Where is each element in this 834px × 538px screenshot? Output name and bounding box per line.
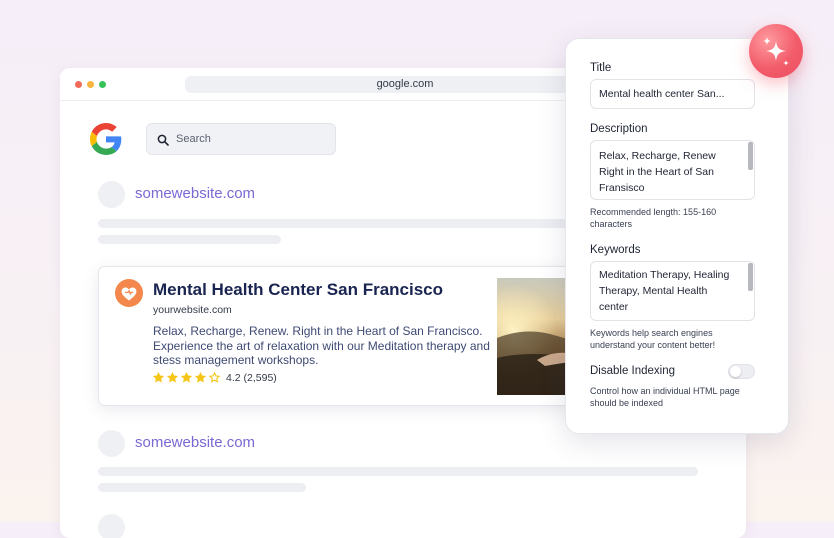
search-icon xyxy=(157,134,169,146)
keywords-line: Therapy, Mental Health xyxy=(599,285,708,297)
result-avatar xyxy=(98,514,125,538)
title-input-value: Mental health center San... xyxy=(599,88,725,100)
keywords-line: center xyxy=(599,301,629,313)
title-label: Title xyxy=(590,62,612,74)
featured-result-url: yourwebsite.com xyxy=(153,304,232,316)
search-box[interactable]: Search xyxy=(146,123,336,155)
description-line: Relax, Recharge, Renew xyxy=(599,150,716,162)
keywords-line: Meditation Therapy, Healing xyxy=(599,269,730,281)
keywords-help-text: Keywords help search engines understand … xyxy=(590,328,716,350)
featured-result-title[interactable]: Mental Health Center San Francisco xyxy=(153,280,443,300)
google-logo-icon xyxy=(90,123,122,155)
maximize-window-icon[interactable] xyxy=(99,81,106,88)
star-rating: 4.2 (2,595) xyxy=(152,371,277,384)
keywords-scrollbar[interactable] xyxy=(748,263,753,291)
keywords-textarea[interactable]: Meditation Therapy, Healing Therapy, Men… xyxy=(590,261,755,321)
featured-result-description: Relax, Recharge, Renew. Right in the Hea… xyxy=(153,324,490,367)
seo-settings-panel: Title Mental health center San... Descri… xyxy=(565,38,789,434)
result-avatar xyxy=(98,181,125,208)
close-window-icon[interactable] xyxy=(75,81,82,88)
star-filled-icon xyxy=(152,371,165,383)
ai-sparkle-button[interactable] xyxy=(749,24,803,78)
skeleton-line xyxy=(98,483,306,492)
skeleton-line xyxy=(98,467,698,476)
description-line: Right in the Heart of San xyxy=(599,166,714,178)
address-bar[interactable]: google.com xyxy=(185,76,625,93)
result-site-link[interactable]: somewebsite.com xyxy=(135,434,255,451)
rating-text: 4.2 (2,595) xyxy=(226,371,277,384)
disable-indexing-help-text: Control how an individual HTML page shou… xyxy=(590,386,740,408)
skeleton-line xyxy=(98,235,281,244)
keywords-label: Keywords xyxy=(590,244,641,256)
result-site-link[interactable]: somewebsite.com xyxy=(135,185,255,202)
sparkle-icon xyxy=(763,37,789,66)
star-filled-icon xyxy=(194,371,207,383)
star-filled-icon xyxy=(166,371,179,383)
description-label: Description xyxy=(590,123,648,135)
title-input[interactable]: Mental health center San... xyxy=(590,79,755,109)
featured-result-card[interactable]: Mental Health Center San Francisco yourw… xyxy=(98,266,598,406)
description-textarea[interactable]: Relax, Recharge, Renew Right in the Hear… xyxy=(590,140,755,200)
description-line: Fransisco xyxy=(599,182,645,194)
heart-brand-icon xyxy=(115,279,143,307)
toggle-knob xyxy=(730,366,741,377)
disable-indexing-toggle[interactable] xyxy=(728,364,755,379)
star-filled-icon xyxy=(180,371,193,383)
disable-indexing-label: Disable Indexing xyxy=(590,365,676,377)
description-scrollbar[interactable] xyxy=(748,142,753,170)
description-help-text: Recommended length: 155-160 characters xyxy=(590,207,717,229)
star-outline-icon xyxy=(208,371,221,383)
search-input[interactable]: Search xyxy=(176,124,211,155)
minimize-window-icon[interactable] xyxy=(87,81,94,88)
result-avatar xyxy=(98,430,125,457)
